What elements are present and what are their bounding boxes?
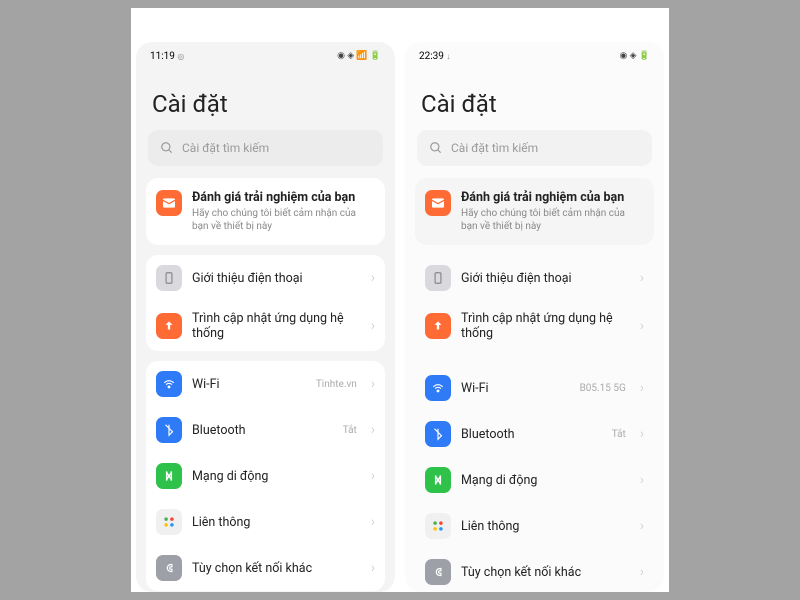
wifi-icon — [425, 375, 451, 401]
status-bar: 11:19 ◎ ◉ ◈ 📶 🔋 — [136, 42, 395, 70]
status-icons: ◉ ◈ 🔋 — [620, 51, 650, 61]
mobile-icon — [425, 467, 451, 493]
bluetooth-value: Tắt — [612, 429, 626, 440]
search-placeholder: Cài đặt tìm kiếm — [182, 141, 269, 155]
wifi-value: B05.15 5G — [580, 383, 626, 394]
interconnect-icon — [156, 509, 182, 535]
feedback-icon — [425, 190, 451, 216]
row-system-update[interactable]: Trình cập nhật ứng dụng hệ thống › — [415, 301, 654, 351]
row-about-phone[interactable]: Giới thiệu điện thoại › — [415, 255, 654, 301]
chevron-right-icon: › — [371, 560, 375, 576]
bluetooth-icon — [425, 421, 451, 447]
group-connectivity: Wi-Fi Tinhte.vn › Bluetooth Tắt › — [146, 361, 385, 591]
row-other-conn[interactable]: Tùy chọn kết nối khác › — [146, 545, 385, 591]
chevron-right-icon: › — [371, 318, 375, 334]
phone-android15: 11:19 ◎ ◉ ◈ 📶 🔋 Cài đặt Cài đặt tìm kiếm… — [131, 8, 400, 592]
search-input[interactable]: Cài đặt tìm kiếm — [148, 130, 383, 166]
page-title: Cài đặt — [136, 70, 395, 130]
row-interconnect[interactable]: Liên thông › — [146, 499, 385, 545]
feedback-title: Đánh giá trải nghiệm của bạn — [461, 190, 644, 205]
feedback-sub: Hãy cho chúng tôi biết cảm nhận của bạn … — [192, 207, 375, 233]
mobile-icon — [156, 463, 182, 489]
phone-icon — [425, 265, 451, 291]
wifi-value: Tinhte.vn — [316, 379, 357, 390]
wifi-icon — [156, 371, 182, 397]
status-bar: 22:39 ↓ ◉ ◈ 🔋 — [405, 42, 664, 70]
chevron-right-icon: › — [640, 426, 644, 442]
chevron-right-icon: › — [371, 376, 375, 392]
feedback-card[interactable]: Đánh giá trải nghiệm của bạn Hãy cho chú… — [415, 178, 654, 245]
chevron-right-icon: › — [640, 270, 644, 286]
status-icons: ◉ ◈ 📶 🔋 — [337, 51, 381, 61]
row-wifi[interactable]: Wi-Fi Tinhte.vn › — [146, 361, 385, 407]
bluetooth-value: Tắt — [343, 425, 357, 436]
row-mobile-data[interactable]: Mạng di động › — [146, 453, 385, 499]
update-icon — [425, 313, 451, 339]
row-mobile-data[interactable]: Mạng di động › — [415, 457, 654, 503]
chevron-right-icon: › — [371, 468, 375, 484]
chevron-right-icon: › — [640, 318, 644, 334]
search-placeholder: Cài đặt tìm kiếm — [451, 141, 538, 155]
other-conn-icon — [425, 559, 451, 585]
status-time: 11:19 ◎ — [150, 51, 184, 62]
other-conn-icon — [156, 555, 182, 581]
row-about-phone[interactable]: Giới thiệu điện thoại › — [146, 255, 385, 301]
search-icon — [429, 141, 443, 155]
chevron-right-icon: › — [640, 518, 644, 534]
chevron-right-icon: › — [371, 270, 375, 286]
phone-icon — [156, 265, 182, 291]
update-icon — [156, 313, 182, 339]
chevron-right-icon: › — [640, 380, 644, 396]
chevron-right-icon: › — [371, 514, 375, 530]
row-wifi[interactable]: Wi-Fi B05.15 5G › — [415, 365, 654, 411]
feedback-sub: Hãy cho chúng tôi biết cảm nhận của bạn … — [461, 207, 644, 233]
row-bluetooth[interactable]: Bluetooth Tắt › — [146, 407, 385, 453]
feedback-card[interactable]: Đánh giá trải nghiệm của bạn Hãy cho chú… — [146, 178, 385, 245]
chevron-right-icon: › — [640, 472, 644, 488]
feedback-icon — [156, 190, 182, 216]
search-icon — [160, 141, 174, 155]
bluetooth-icon — [156, 417, 182, 443]
row-interconnect[interactable]: Liên thông › — [415, 503, 654, 549]
interconnect-icon — [425, 513, 451, 539]
feedback-title: Đánh giá trải nghiệm của bạn — [192, 190, 375, 205]
group-about: Giới thiệu điện thoại › Trình cập nhật ứ… — [415, 255, 654, 351]
search-input[interactable]: Cài đặt tìm kiếm — [417, 130, 652, 166]
row-bluetooth[interactable]: Bluetooth Tắt › — [415, 411, 654, 457]
group-about: Giới thiệu điện thoại › Trình cập nhật ứ… — [146, 255, 385, 351]
row-other-conn[interactable]: Tùy chọn kết nối khác › — [415, 549, 654, 592]
chevron-right-icon: › — [371, 422, 375, 438]
chevron-right-icon: › — [640, 564, 644, 580]
group-connectivity: Wi-Fi B05.15 5G › Bluetooth Tắt › — [415, 365, 654, 592]
row-system-update[interactable]: Trình cập nhật ứng dụng hệ thống › — [146, 301, 385, 351]
page-title: Cài đặt — [405, 70, 664, 130]
phone-android14: 22:39 ↓ ◉ ◈ 🔋 Cài đặt Cài đặt tìm kiếm Đ… — [400, 8, 669, 592]
status-time: 22:39 ↓ — [419, 51, 450, 62]
comparison-frame: 11:19 ◎ ◉ ◈ 📶 🔋 Cài đặt Cài đặt tìm kiếm… — [131, 8, 669, 592]
